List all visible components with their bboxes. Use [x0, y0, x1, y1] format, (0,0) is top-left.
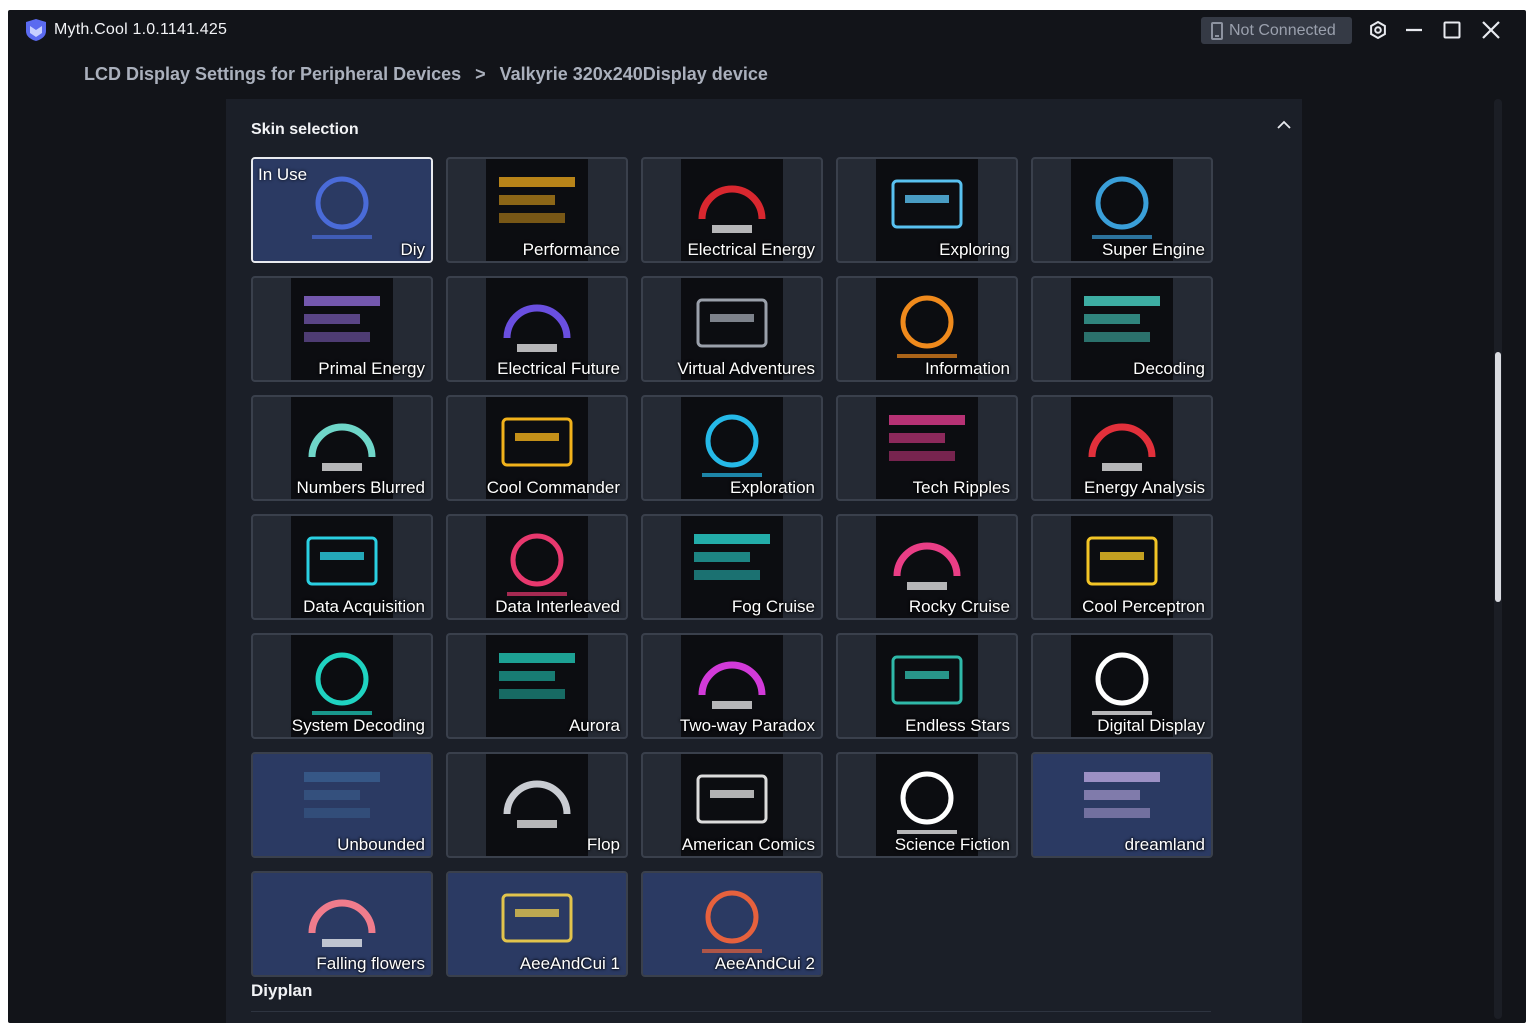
skin-card[interactable]: American Comics	[641, 752, 823, 858]
skin-card-label: American Comics	[681, 835, 815, 854]
breadcrumb: LCD Display Settings for Peripheral Devi…	[84, 64, 768, 85]
settings-button[interactable]	[1366, 18, 1390, 42]
skin-card-label: Rocky Cruise	[908, 597, 1010, 616]
skin-card[interactable]: Exploring	[836, 157, 1018, 263]
skin-card-label: Digital Display	[1097, 716, 1205, 735]
connection-status-text: Not Connected	[1229, 21, 1336, 39]
skin-card-label: Science Fiction	[894, 835, 1010, 854]
skin-card-label: Diy	[400, 240, 425, 259]
skin-card-label: Primal Energy	[318, 359, 425, 378]
skin-card-label: Tech Ripples	[912, 478, 1010, 497]
skin-card-label: Exploration	[729, 478, 815, 497]
skin-card[interactable]: AeeAndCui 2	[641, 871, 823, 977]
skin-card[interactable]: Falling flowers	[251, 871, 433, 977]
skin-card[interactable]: Rocky Cruise	[836, 514, 1018, 620]
maximize-icon	[1443, 21, 1461, 39]
skin-card[interactable]: Unbounded	[251, 752, 433, 858]
skin-card-label: Decoding	[1133, 359, 1205, 378]
skin-card[interactable]: Aurora	[446, 633, 628, 739]
minimize-icon	[1406, 28, 1422, 32]
skin-card[interactable]: AeeAndCui 1	[446, 871, 628, 977]
skin-selection-title: Skin selection	[251, 121, 359, 138]
skin-card[interactable]: dreamland	[1031, 752, 1213, 858]
app-title: Myth.Cool 1.0.1141.425	[54, 21, 228, 38]
skin-settings-panel: Skin selection In Use Diy Performance Elect…	[226, 99, 1302, 1023]
skin-card[interactable]: Decoding	[1031, 276, 1213, 382]
skin-card-label: Super Engine	[1101, 240, 1205, 259]
skin-card[interactable]: Two-way Paradox	[641, 633, 823, 739]
app-window: Myth.Cool 1.0.1141.425 Not Connected LCD…	[8, 10, 1526, 1023]
skin-card-label: Virtual Adventures	[677, 359, 815, 378]
skin-card-label: Cool Commander	[486, 478, 620, 497]
flip-clock-preview	[486, 754, 588, 856]
skin-card-label: Falling flowers	[316, 954, 425, 973]
skin-card[interactable]: Electrical Future	[446, 276, 628, 382]
maximize-button[interactable]	[1440, 18, 1464, 42]
skin-card[interactable]: Tech Ripples	[836, 395, 1018, 501]
skin-card-label: Data Acquisition	[303, 597, 425, 616]
title-bar[interactable]: Myth.Cool 1.0.1141.425 Not Connected	[8, 10, 1526, 50]
skin-card-label: Unbounded	[337, 835, 425, 854]
skin-card-label: Electrical Future	[497, 359, 620, 378]
skin-card-label: Numbers Blurred	[296, 478, 426, 497]
close-icon	[1482, 21, 1500, 39]
breadcrumb-current: Valkyrie 320x240Display device	[499, 64, 768, 84]
skin-card[interactable]: In Use Diy	[251, 157, 433, 263]
skin-card-label: Exploring	[939, 240, 1010, 259]
skin-card[interactable]: Performance	[446, 157, 628, 263]
skin-card[interactable]: Endless Stars	[836, 633, 1018, 739]
skin-card-label: System Decoding	[291, 716, 425, 735]
skin-card-label: Performance	[522, 240, 620, 259]
skin-card-label: Fog Cruise	[731, 597, 815, 616]
skin-card[interactable]: Information	[836, 276, 1018, 382]
skin-card[interactable]: Super Engine	[1031, 157, 1213, 263]
diyplan-title: Diyplan	[251, 981, 313, 1000]
skin-card-label: Aurora	[568, 716, 620, 735]
breadcrumb-parent[interactable]: LCD Display Settings for Peripheral Devi…	[84, 64, 461, 85]
skin-card-label: Energy Analysis	[1084, 478, 1205, 497]
skin-card[interactable]: Exploration	[641, 395, 823, 501]
device-icon	[1211, 21, 1223, 40]
skin-card-label: Electrical Energy	[687, 240, 815, 259]
skin-card[interactable]: Energy Analysis	[1031, 395, 1213, 501]
skin-card[interactable]: Flop	[446, 752, 628, 858]
skin-card-label: Cool Perceptron	[1082, 597, 1205, 616]
skin-card-label: AeeAndCui 1	[519, 954, 620, 973]
app-logo-icon	[26, 19, 46, 41]
minimize-button[interactable]	[1402, 18, 1426, 42]
skin-card-label: Endless Stars	[905, 716, 1010, 735]
connection-status-button[interactable]: Not Connected	[1201, 17, 1352, 44]
chevron-up-icon[interactable]	[1276, 117, 1292, 133]
skin-card[interactable]: System Decoding	[251, 633, 433, 739]
settings-icon	[1370, 21, 1386, 39]
skin-card[interactable]: Digital Display	[1031, 633, 1213, 739]
skin-card[interactable]: Fog Cruise	[641, 514, 823, 620]
in-use-badge: In Use	[258, 165, 308, 184]
skin-card[interactable]: Science Fiction	[836, 752, 1018, 858]
divider	[251, 1011, 1211, 1017]
skin-card[interactable]: Data Acquisition	[251, 514, 433, 620]
skin-card[interactable]: Data Interleaved	[446, 514, 628, 620]
skin-card[interactable]: Primal Energy	[251, 276, 433, 382]
skin-card-label: Data Interleaved	[495, 597, 620, 616]
skin-card-label: Two-way Paradox	[679, 716, 815, 735]
skin-card-label: dreamland	[1124, 835, 1205, 854]
breadcrumb-separator: >	[475, 64, 486, 84]
skin-card[interactable]: Numbers Blurred	[251, 395, 433, 501]
skin-card[interactable]: Virtual Adventures	[641, 276, 823, 382]
skin-card-label: Flop	[586, 835, 620, 854]
skin-card-label: AeeAndCui 2	[714, 954, 815, 973]
skin-card-label: Information	[924, 359, 1010, 378]
skin-card[interactable]: Electrical Energy	[641, 157, 823, 263]
scrollbar-thumb[interactable]	[1495, 352, 1501, 602]
close-button[interactable]	[1479, 18, 1503, 42]
skin-card[interactable]: Cool Commander	[446, 395, 628, 501]
skin-card[interactable]: Cool Perceptron	[1031, 514, 1213, 620]
